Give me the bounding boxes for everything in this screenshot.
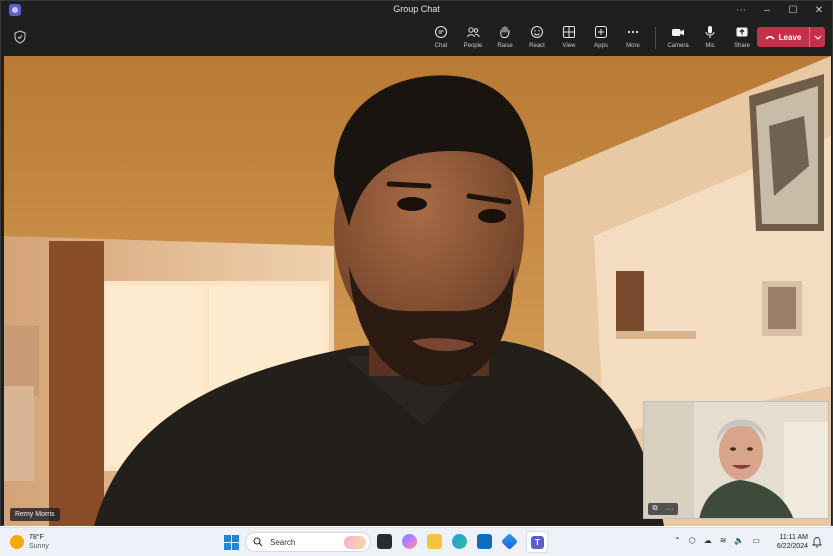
apps-button[interactable]: Apps — [585, 23, 617, 53]
chevron-down-icon — [814, 35, 821, 40]
share-icon — [736, 27, 748, 37]
share-label: Share — [733, 43, 750, 49]
hang-up-icon — [765, 35, 775, 40]
more-label: More — [626, 43, 640, 49]
chat-icon — [434, 25, 448, 39]
people-button[interactable]: People — [457, 23, 489, 53]
window-title: Group Chat — [393, 4, 440, 14]
search-icon — [253, 537, 263, 547]
chat-button[interactable]: Chat — [425, 23, 457, 53]
clock-time: 11:11 AM — [779, 534, 808, 541]
react-button[interactable]: React — [521, 23, 553, 53]
raise-hand-button[interactable]: Raise — [489, 23, 521, 53]
weather-widget[interactable]: 78°F Sunny — [10, 533, 49, 551]
title-bar: Group Chat ⋯ – ☐ ✕ — [1, 1, 832, 19]
toolbar-divider — [655, 27, 656, 49]
people-label: People — [463, 43, 483, 49]
defender-icon[interactable]: ⬡ — [689, 536, 696, 545]
self-view-more-button[interactable]: ··· — [667, 506, 674, 513]
sun-icon — [10, 535, 24, 549]
mic-icon — [705, 26, 715, 38]
apps-label: Apps — [594, 43, 608, 49]
camera-label: Camera — [667, 43, 689, 49]
weather-text: 78°F Sunny — [29, 533, 49, 551]
window-controls: ⋯ – ☐ ✕ — [728, 1, 832, 19]
battery-icon[interactable]: ▭ — [752, 536, 760, 545]
edge-browser-icon[interactable] — [452, 534, 467, 549]
chevron-up-icon[interactable]: ⌃ — [674, 536, 681, 545]
mic-button[interactable]: Mic — [694, 23, 726, 53]
chat-label: Chat — [434, 43, 448, 49]
participant-name-tag: Remy Morris — [10, 508, 60, 521]
outlook-icon[interactable] — [501, 533, 518, 550]
windows-start-icon[interactable] — [224, 535, 239, 550]
more-icon — [627, 30, 639, 34]
react-label: React — [529, 43, 545, 49]
view-icon — [563, 26, 575, 38]
task-view-icon[interactable] — [377, 534, 392, 549]
wifi-icon[interactable]: ≋ — [720, 536, 727, 545]
close-button[interactable]: ✕ — [806, 1, 832, 19]
share-button[interactable]: Share — [726, 23, 758, 53]
camera-button[interactable]: Camera — [662, 23, 694, 53]
more-button[interactable]: More — [617, 23, 649, 53]
view-button[interactable]: View — [553, 23, 585, 53]
volume-icon[interactable]: 🔈 — [734, 536, 744, 545]
search-highlight-icon — [344, 536, 366, 549]
people-icon — [467, 27, 480, 38]
weather-condition: Sunny — [29, 543, 49, 550]
toolbar-buttons: Chat People Raise React View Apps More C… — [425, 23, 758, 53]
file-explorer-icon[interactable] — [427, 534, 442, 549]
camera-icon — [672, 29, 684, 36]
minimize-button[interactable]: – — [754, 1, 780, 19]
teams-taskbar-button[interactable]: T — [526, 531, 548, 553]
search-placeholder: Search — [270, 537, 296, 547]
self-view-video[interactable]: ⧉ ··· — [643, 401, 829, 519]
shield-icon[interactable] — [14, 30, 26, 44]
taskbar-search-box[interactable]: Search — [245, 532, 371, 552]
weather-temp: 78°F — [29, 534, 44, 541]
leave-label: Leave — [778, 32, 802, 42]
store-icon[interactable] — [477, 534, 492, 549]
teams-icon: T — [531, 536, 544, 549]
maximize-button[interactable]: ☐ — [780, 1, 806, 19]
taskbar-clock[interactable]: 11:11 AM 6/22/2024 — [772, 533, 808, 551]
mic-label: Mic — [705, 43, 715, 49]
teams-window: Group Chat ⋯ – ☐ ✕ Chat People Raise Rea… — [0, 0, 833, 526]
window-more-button[interactable]: ⋯ — [728, 1, 754, 19]
system-tray: ⌃ ⬡ ☁ ≋ 🔈 ▭ — [674, 536, 768, 545]
leave-button-group: Leave — [757, 27, 825, 47]
windows-taskbar: 78°F Sunny Search T ⌃ ⬡ ☁ ≋ 🔈 ▭ 11:11 AM… — [0, 527, 833, 556]
raise-label: Raise — [497, 43, 513, 49]
cloud-icon[interactable]: ☁ — [704, 536, 712, 545]
self-view-feed — [644, 402, 828, 518]
meeting-toolbar: Chat People Raise React View Apps More C… — [1, 19, 832, 55]
view-label: View — [562, 43, 576, 49]
raise-hand-icon — [500, 26, 510, 39]
clock-date: 6/22/2024 — [776, 543, 808, 550]
apps-icon — [595, 26, 607, 38]
react-icon — [531, 26, 543, 38]
pin-icon[interactable]: ⧉ — [653, 505, 658, 513]
self-view-controls: ⧉ ··· — [648, 503, 678, 515]
notification-bell-icon[interactable] — [812, 536, 822, 548]
leave-options-button[interactable] — [809, 27, 825, 47]
leave-button[interactable]: Leave — [757, 27, 809, 47]
copilot-icon[interactable] — [402, 534, 417, 549]
